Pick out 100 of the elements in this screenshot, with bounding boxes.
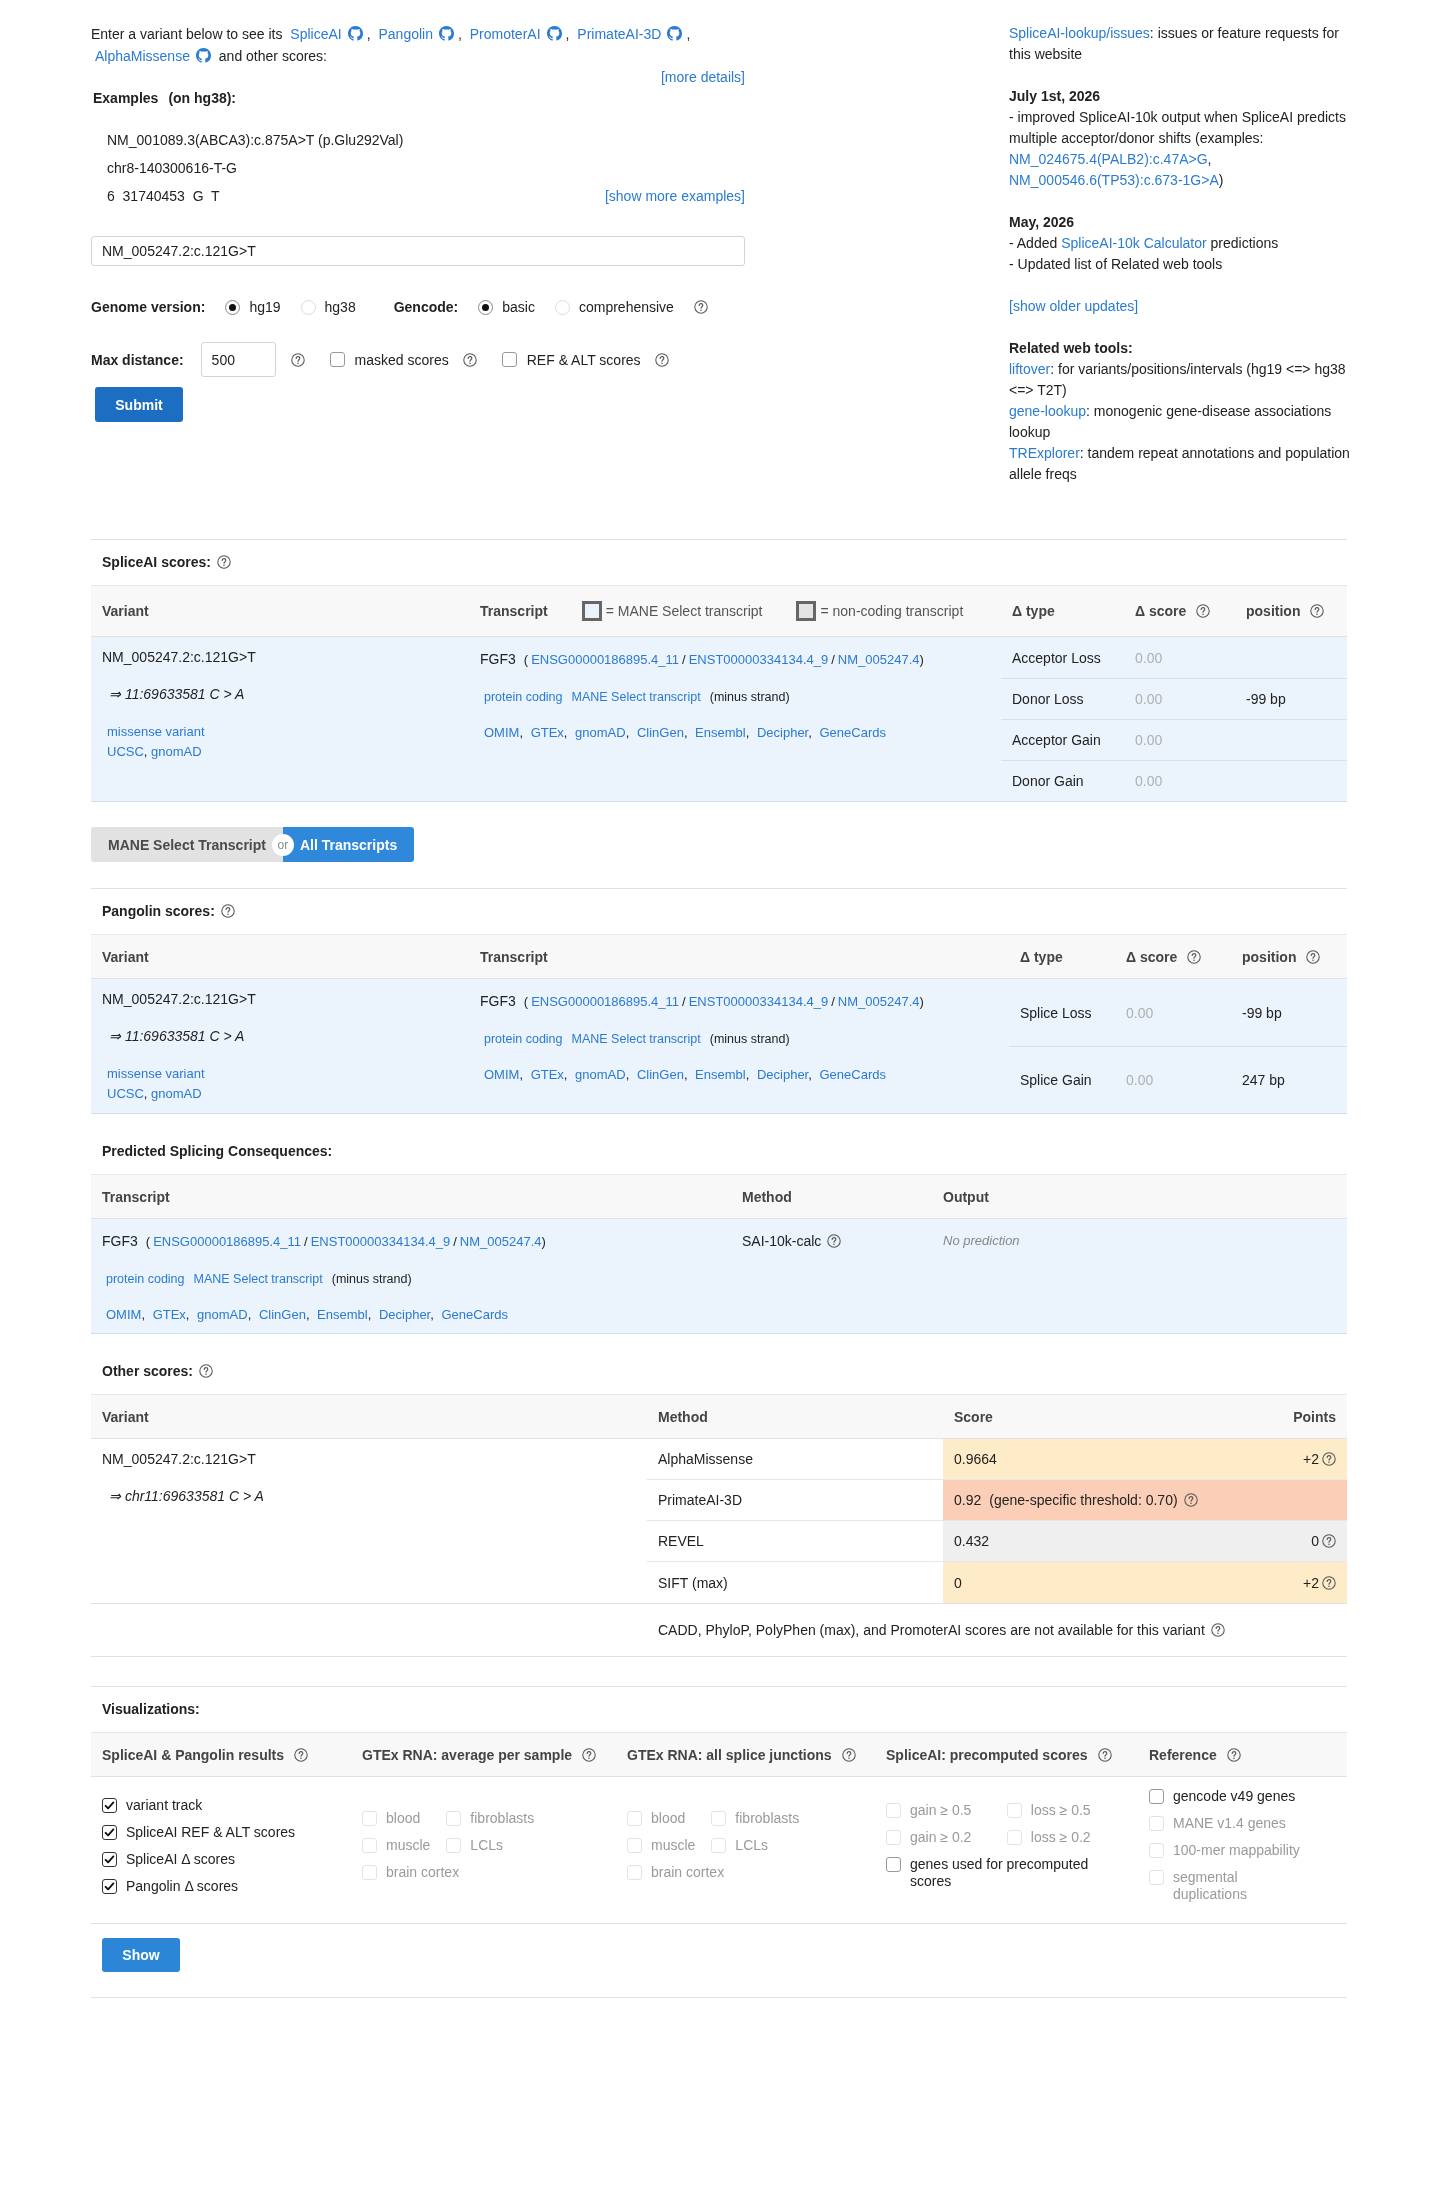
- example-variant[interactable]: NM_001089.3(ABCA3):c.875A>T (p.Glu292Val): [107, 132, 404, 148]
- checkbox[interactable]: [102, 1851, 117, 1867]
- update-link[interactable]: NM_000546.6(TP53):c.673-1G>A: [1009, 172, 1219, 188]
- web-tool-link[interactable]: TRExplorer: [1009, 445, 1080, 461]
- tool-link[interactable]: PrimateAI-3D: [577, 26, 662, 42]
- transcript-link[interactable]: ENSG00000186895.4_11: [153, 1234, 302, 1249]
- database-link[interactable]: Ensembl: [695, 1067, 746, 1082]
- show-more-link[interactable]: [show more examples]: [604, 182, 745, 210]
- help-icon[interactable]: [654, 352, 669, 367]
- checkbox-label[interactable]: SpliceAI Δ scores: [126, 1850, 235, 1868]
- help-icon[interactable]: [290, 352, 305, 367]
- checkbox-label[interactable]: variant track: [126, 1796, 203, 1814]
- checkbox-label[interactable]: genes used for precomputed scores: [910, 1855, 1110, 1890]
- database-link[interactable]: Ensembl: [317, 1307, 368, 1322]
- tag-link[interactable]: MANE Select transcript: [571, 1032, 701, 1046]
- database-link[interactable]: UCSC: [107, 744, 144, 759]
- checkbox[interactable]: [886, 1856, 901, 1872]
- checkbox-label[interactable]: gencode v49 genes: [1173, 1788, 1296, 1805]
- checkbox[interactable]: [1149, 1789, 1164, 1804]
- help-icon[interactable]: [1322, 1452, 1336, 1466]
- tool-link[interactable]: PromoterAI: [469, 26, 541, 42]
- checkbox-label[interactable]: REF & ALT scores: [526, 351, 641, 368]
- database-link[interactable]: GTEx: [152, 1307, 186, 1322]
- show-button[interactable]: Show: [102, 1938, 180, 1972]
- help-icon[interactable]: [220, 904, 235, 918]
- checkbox[interactable]: [102, 1824, 117, 1840]
- radio-label[interactable]: basic: [502, 299, 535, 315]
- help-icon[interactable]: [1306, 949, 1321, 964]
- update-link[interactable]: SpliceAI-10k Calculator: [1061, 235, 1207, 251]
- help-icon[interactable]: [827, 1234, 842, 1248]
- help-icon[interactable]: [1097, 1747, 1112, 1762]
- database-link[interactable]: GeneCards: [441, 1307, 508, 1322]
- tool-link[interactable]: AlphaMissense: [95, 48, 190, 64]
- example-variant[interactable]: chr8-140300616-T-G: [107, 160, 237, 176]
- issues-link[interactable]: SpliceAI-lookup/issues: [1009, 25, 1150, 41]
- tag-link[interactable]: MANE Select transcript: [193, 1272, 323, 1286]
- submit-button[interactable]: Submit: [95, 387, 183, 422]
- help-icon[interactable]: [1196, 604, 1211, 618]
- transcript-link[interactable]: ENST00000334134.4_9: [688, 652, 829, 667]
- radio-button[interactable]: [478, 299, 494, 315]
- variant-input[interactable]: NM_005247.2:c.121G>T: [91, 236, 745, 266]
- tag-link[interactable]: protein coding: [106, 1272, 185, 1286]
- help-icon[interactable]: [294, 1747, 309, 1762]
- help-icon[interactable]: [693, 300, 708, 314]
- database-link[interactable]: gnomAD: [575, 1067, 626, 1082]
- transcript-link[interactable]: NM_005247.4: [459, 1234, 542, 1249]
- max-distance-input[interactable]: 500: [200, 342, 276, 377]
- help-icon[interactable]: [1187, 949, 1202, 964]
- help-icon[interactable]: [1310, 604, 1325, 618]
- tool-link[interactable]: Pangolin: [378, 26, 433, 42]
- radio-label[interactable]: comprehensive: [578, 299, 674, 315]
- help-icon[interactable]: [199, 1364, 214, 1378]
- tag-link[interactable]: protein coding: [484, 690, 563, 704]
- help-icon[interactable]: [462, 352, 477, 367]
- transcript-link[interactable]: NM_005247.4: [837, 652, 920, 667]
- radio-button[interactable]: [225, 299, 241, 315]
- database-link[interactable]: GTEx: [530, 1067, 564, 1082]
- database-link[interactable]: gnomAD: [575, 725, 626, 740]
- transcript-link[interactable]: ENSG00000186895.4_11: [531, 994, 680, 1009]
- help-icon[interactable]: [1226, 1747, 1241, 1762]
- transcript-link[interactable]: ENST00000334134.4_9: [688, 994, 829, 1009]
- help-icon[interactable]: [841, 1747, 856, 1762]
- database-link[interactable]: Decipher: [378, 1307, 431, 1322]
- help-icon[interactable]: [1322, 1534, 1336, 1548]
- consequence-link[interactable]: missense variant: [107, 1066, 205, 1081]
- tag-link[interactable]: protein coding: [484, 1032, 563, 1046]
- database-link[interactable]: ClinGen: [258, 1307, 306, 1322]
- database-link[interactable]: Ensembl: [695, 725, 746, 740]
- radio-label[interactable]: hg38: [324, 299, 356, 315]
- github-icon[interactable]: [347, 26, 363, 41]
- github-icon[interactable]: [438, 26, 454, 41]
- database-link[interactable]: Decipher: [756, 1067, 809, 1082]
- github-icon[interactable]: [546, 26, 562, 41]
- transcript-link[interactable]: ENSG00000186895.4_11: [531, 652, 680, 667]
- help-icon[interactable]: [1210, 1623, 1225, 1637]
- radio-label[interactable]: hg19: [249, 299, 281, 315]
- database-link[interactable]: gnomAD: [151, 744, 202, 759]
- help-icon[interactable]: [582, 1747, 597, 1762]
- database-link[interactable]: GeneCards: [819, 725, 886, 740]
- more-details-link[interactable]: [more details]: [660, 69, 745, 85]
- update-link[interactable]: NM_024675.4(PALB2):c.47A>G: [1009, 151, 1208, 167]
- database-link[interactable]: Decipher: [756, 725, 809, 740]
- database-link[interactable]: ClinGen: [636, 725, 684, 740]
- help-icon[interactable]: [1322, 1575, 1336, 1590]
- tool-link[interactable]: SpliceAI: [290, 26, 342, 42]
- transcript-link[interactable]: NM_005247.4: [837, 994, 920, 1009]
- help-icon[interactable]: [216, 555, 231, 569]
- database-link[interactable]: gnomAD: [151, 1086, 202, 1101]
- transcript-link[interactable]: ENST00000334134.4_9: [310, 1234, 451, 1249]
- checkbox-label[interactable]: Pangolin Δ scores: [126, 1877, 239, 1895]
- github-icon[interactable]: [667, 26, 683, 41]
- tag-link[interactable]: MANE Select transcript: [571, 690, 701, 704]
- checkbox-label[interactable]: SpliceAI REF & ALT scores: [126, 1823, 296, 1841]
- example-variant[interactable]: 6 31740453 G T: [107, 188, 220, 204]
- checkbox-label[interactable]: masked scores: [354, 351, 449, 368]
- database-link[interactable]: UCSC: [107, 1086, 144, 1101]
- checkbox[interactable]: [501, 352, 517, 367]
- help-icon[interactable]: [1183, 1493, 1198, 1507]
- consequence-link[interactable]: missense variant: [107, 724, 205, 739]
- database-link[interactable]: GeneCards: [819, 1067, 886, 1082]
